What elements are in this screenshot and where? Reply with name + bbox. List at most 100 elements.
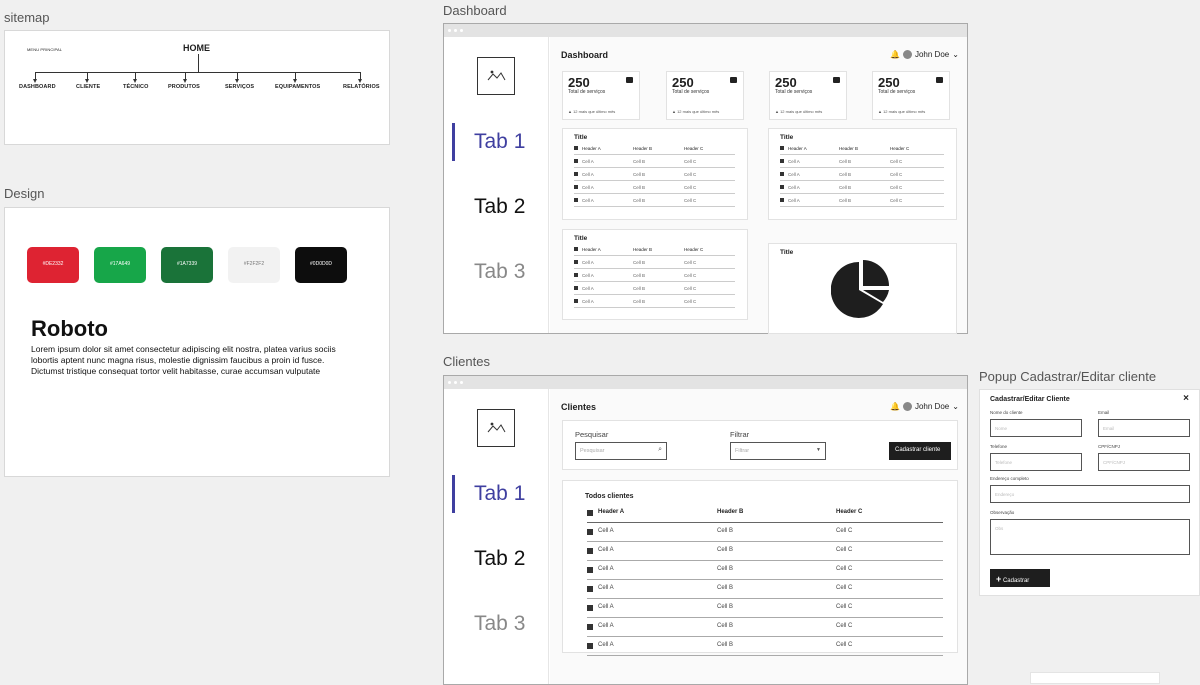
checkbox[interactable] (574, 172, 578, 176)
field-label: Telefone (990, 444, 1008, 449)
sitemap-node: RELATÓRIOS (343, 84, 380, 90)
table-row[interactable]: Cell A Cell B Cell C (574, 257, 735, 269)
tab-2[interactable]: Tab 2 (474, 547, 525, 571)
table-row[interactable]: Cell A Cell B Cell C (574, 283, 735, 295)
checkbox[interactable] (587, 624, 593, 630)
tab-3[interactable]: Tab 3 (474, 260, 525, 284)
checkbox[interactable] (780, 146, 784, 150)
table-row[interactable]: Cell A Cell B Cell C (587, 599, 943, 618)
bell-icon[interactable]: 🔔 (890, 50, 900, 59)
filter-placeholder: Filtrar (735, 448, 750, 454)
filter-select[interactable]: Filtrar ▼ (730, 442, 826, 460)
table-row[interactable]: Cell A Cell B Cell C (587, 523, 943, 542)
checkbox[interactable] (574, 299, 578, 303)
table-cell: Cell A (598, 528, 614, 534)
table-row[interactable]: Cell A Cell B Cell C (587, 637, 943, 656)
checkbox[interactable] (780, 159, 784, 163)
popup-input[interactable]: Nome (990, 419, 1082, 437)
dashboard-content: Dashboard 🔔 John Doe ⌄ 250 Total de servi… (550, 37, 967, 334)
table-row[interactable]: Cell A Cell B Cell C (574, 182, 735, 194)
sitemap-node: CLIENTE (76, 84, 101, 90)
search-label: Pesquisar (575, 430, 609, 439)
table-row[interactable]: Cell A Cell B Cell C (780, 169, 944, 181)
table-cell: Cell B (717, 623, 734, 629)
table-cell: Cell A (582, 159, 594, 164)
table-row[interactable]: Cell A Cell B Cell C (780, 195, 944, 207)
input-placeholder: Endereço (995, 492, 1015, 497)
user-menu[interactable]: 🔔 John Doe ⌄ (890, 402, 959, 411)
bell-icon[interactable]: 🔔 (890, 402, 900, 411)
popup-input[interactable]: CPF/CNPJ (1098, 453, 1190, 471)
checkbox[interactable] (587, 605, 593, 611)
popup-input[interactable]: Endereço (990, 485, 1190, 503)
tab-2[interactable]: Tab 2 (474, 195, 525, 219)
checkbox[interactable] (780, 172, 784, 176)
table-row[interactable]: Cell A Cell B Cell C (574, 195, 735, 207)
table-cell: Cell C (890, 198, 903, 203)
submit-button[interactable]: + Cadastrar (990, 569, 1050, 587)
table-header-row: Header A Header B Header C (574, 143, 735, 155)
checkbox[interactable] (587, 510, 593, 516)
checkbox[interactable] (587, 567, 593, 573)
popup-input[interactable]: Telefone (990, 453, 1082, 471)
tab-1[interactable]: Tab 1 (474, 482, 525, 506)
sitemap-menu-label: MENU PRINCIPAL (27, 47, 63, 52)
table-cell: Cell C (836, 528, 853, 534)
checkbox[interactable] (587, 529, 593, 535)
checkbox[interactable] (587, 548, 593, 554)
checkbox[interactable] (574, 146, 578, 150)
search-input[interactable]: Pesquisar ⌕ (575, 442, 667, 460)
checkbox[interactable] (574, 260, 578, 264)
table-header-row: Header A Header B Header C (780, 143, 944, 155)
stat-card: 250 Total de serviços ▲ 12 mais que último… (872, 71, 950, 120)
sidebar: Tab 1 Tab 2 Tab 3 (444, 389, 549, 684)
checkbox[interactable] (574, 286, 578, 290)
table-row[interactable]: Cell A Cell B Cell C (574, 270, 735, 282)
table-cell: Cell A (598, 585, 614, 591)
table-row[interactable]: Cell A Cell B Cell C (587, 542, 943, 561)
tab-1[interactable]: Tab 1 (474, 130, 525, 154)
arrow-down-icon (293, 79, 297, 83)
input-placeholder: Nome (995, 426, 1008, 431)
clientes-window: Tab 1 Tab 2 Tab 3 Clientes 🔔 John Doe ⌄ … (443, 375, 968, 685)
user-menu[interactable]: 🔔 John Doe ⌄ (890, 50, 959, 59)
field-label: Email (1098, 410, 1110, 415)
checkbox[interactable] (587, 586, 593, 592)
table-cell: Cell C (684, 198, 697, 203)
table-row[interactable]: Cell A Cell B Cell C (574, 156, 735, 168)
close-icon[interactable]: × (1183, 393, 1189, 404)
table-row[interactable]: Cell A Cell B Cell C (574, 296, 735, 308)
table-row[interactable]: Cell A Cell B Cell C (587, 618, 943, 637)
briefcase-icon (936, 77, 943, 83)
popup-input[interactable]: Obs (990, 519, 1190, 555)
table-row[interactable]: Cell A Cell B Cell C (780, 182, 944, 194)
table-cell: Cell B (717, 566, 734, 572)
table-row[interactable]: Cell A Cell B Cell C (587, 580, 943, 599)
window-dot (454, 29, 457, 32)
checkbox[interactable] (574, 273, 578, 277)
sitemap-node: DASHBOARD (19, 84, 56, 90)
header-cell: Header C (684, 247, 704, 252)
tab-3[interactable]: Tab 3 (474, 612, 525, 636)
table-cell: Cell B (839, 185, 852, 190)
sitemap-home-line (198, 54, 199, 72)
popup-input[interactable]: Email (1098, 419, 1190, 437)
table-row[interactable]: Cell A Cell B Cell C (574, 169, 735, 181)
table-row[interactable]: Cell A Cell B Cell C (780, 156, 944, 168)
checkbox[interactable] (574, 159, 578, 163)
table-cell: Cell A (582, 273, 594, 278)
checkbox[interactable] (780, 198, 784, 202)
checkbox[interactable] (574, 198, 578, 202)
checkbox[interactable] (574, 185, 578, 189)
chevron-down-icon: ▼ (816, 447, 821, 453)
add-client-button[interactable]: Cadastrar cliente (889, 442, 951, 460)
data-table-card: Title Header A Header B Header C Cell A Cell … (562, 128, 748, 220)
checkbox[interactable] (780, 185, 784, 189)
table-row[interactable]: Cell A Cell B Cell C (587, 561, 943, 580)
header-cell: Header B (717, 509, 744, 515)
header-cell: Header C (836, 509, 863, 515)
checkbox[interactable] (574, 247, 578, 251)
checkbox[interactable] (587, 643, 593, 649)
stat-footnote: ▲ 12 mais que último mês (878, 109, 926, 114)
window-dot (448, 381, 451, 384)
